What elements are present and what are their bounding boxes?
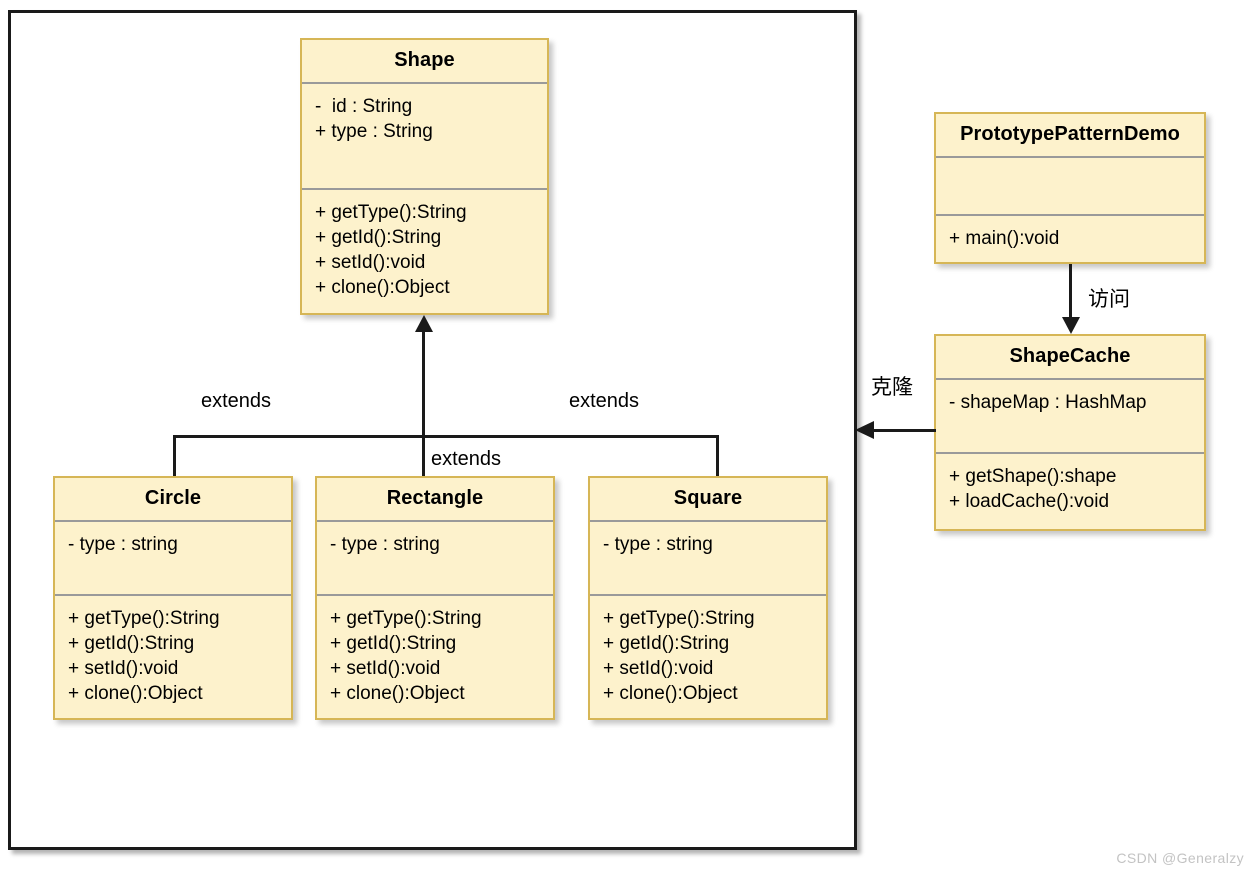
class-title-rectangle: Rectangle <box>386 487 484 509</box>
class-methods-rectangle: + getType():String + getId():String + se… <box>317 596 553 716</box>
class-box-shape[interactable]: Shape - id : String + type : String + ge… <box>300 38 549 315</box>
class-attributes-square: - type : string <box>590 522 826 594</box>
diagram-canvas: Shape - id : String + type : String + ge… <box>0 0 1258 878</box>
class-title-prototype-pattern-demo: PrototypePatternDemo <box>960 123 1180 145</box>
attribute-row: + type : String <box>315 121 433 143</box>
method-row: + getType():String <box>315 202 467 223</box>
method-row: + setId():void <box>68 658 179 680</box>
class-attributes-circle: - type : string <box>55 522 291 594</box>
method-row: + getType():String <box>68 608 220 629</box>
method-row: + getId():String <box>315 227 442 249</box>
method-row: + clone():Object <box>330 683 465 705</box>
watermark-text: CSDN @Generalzy <box>1116 850 1244 866</box>
class-box-prototype-pattern-demo[interactable]: PrototypePatternDemo + main():void <box>934 112 1206 264</box>
method-row: + setId():void <box>330 658 441 680</box>
method-row: + clone():Object <box>315 277 450 299</box>
class-title-shape-cache: ShapeCache <box>1009 345 1131 367</box>
association-arrowhead-cache <box>1062 317 1080 334</box>
attribute-row: - id : String <box>315 96 413 117</box>
attribute-row: - shapeMap : HashMap <box>949 392 1147 413</box>
class-methods-shape-cache: + getShape():shape + loadCache():void <box>936 454 1204 524</box>
edge-label-extends-rectangle: extends <box>431 448 502 470</box>
class-attributes-shape: - id : String + type : String <box>302 84 547 188</box>
class-attributes-rectangle: - type : string <box>317 522 553 594</box>
method-row: + getType():String <box>603 608 755 629</box>
class-box-circle[interactable]: Circle - type : string + getType():Strin… <box>53 476 293 720</box>
edge-label-access: 访问 <box>1088 288 1130 311</box>
class-title-shape: Shape <box>394 49 455 71</box>
association-line-cache-to-package <box>874 429 936 432</box>
association-arrowhead-package <box>855 421 874 439</box>
attribute-row: - type : string <box>330 534 440 555</box>
class-box-rectangle[interactable]: Rectangle - type : string + getType():St… <box>315 476 555 720</box>
method-row: + setId():void <box>603 658 714 680</box>
method-row: + getId():String <box>603 633 730 655</box>
class-methods-circle: + getType():String + getId():String + se… <box>55 596 291 716</box>
class-title-square: Square <box>673 487 743 509</box>
edge-label-extends-square: extends <box>569 390 640 412</box>
inheritance-branch-circle <box>173 435 176 478</box>
method-row: + setId():void <box>315 252 426 274</box>
class-attributes-prototype-pattern-demo <box>936 158 1204 214</box>
inheritance-branch-square <box>716 435 719 478</box>
class-box-shape-cache[interactable]: ShapeCache - shapeMap : HashMap + getSha… <box>934 334 1206 531</box>
attribute-row: - type : string <box>68 534 178 555</box>
method-row: + getId():String <box>330 633 457 655</box>
method-row: + getType():String <box>330 608 482 629</box>
class-attributes-shape-cache: - shapeMap : HashMap <box>936 380 1204 452</box>
method-row: + loadCache():void <box>949 491 1110 513</box>
inheritance-trunk-line <box>422 330 425 478</box>
class-methods-prototype-pattern-demo: + main():void <box>936 216 1204 261</box>
class-box-square[interactable]: Square - type : string + getType():Strin… <box>588 476 828 720</box>
association-line-demo-to-cache <box>1069 264 1072 319</box>
method-row: + getId():String <box>68 633 195 655</box>
class-methods-shape: + getType():String + getId():String + se… <box>302 190 547 310</box>
class-title-circle: Circle <box>144 487 202 509</box>
method-row: + main():void <box>949 228 1060 249</box>
method-row: + clone():Object <box>68 683 203 705</box>
attribute-row: - type : string <box>603 534 713 555</box>
method-row: + clone():Object <box>603 683 738 705</box>
method-row: + getShape():shape <box>949 466 1117 487</box>
edge-label-extends-circle: extends <box>201 390 272 412</box>
inheritance-crossbar-line <box>173 435 719 438</box>
edge-label-clone: 克隆 <box>871 376 913 399</box>
class-methods-square: + getType():String + getId():String + se… <box>590 596 826 716</box>
